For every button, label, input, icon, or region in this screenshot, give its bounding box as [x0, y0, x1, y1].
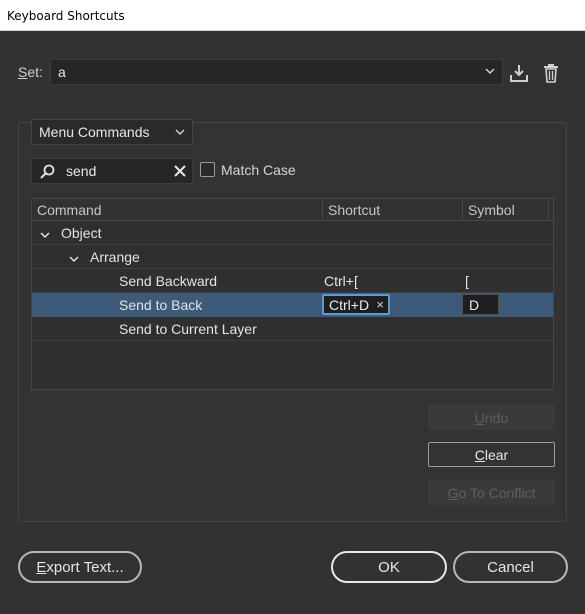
symbol-value[interactable]: [: [465, 273, 469, 289]
export-text-button[interactable]: Export Text...: [18, 551, 142, 583]
title-bar: Keyboard Shortcuts: [0, 0, 585, 31]
table-row[interactable]: Arrange: [32, 245, 553, 269]
trash-icon[interactable]: [540, 62, 562, 84]
clear-shortcut-icon[interactable]: ×: [376, 297, 384, 312]
undo-button[interactable]: Undo: [428, 405, 555, 430]
caret-down-icon[interactable]: [40, 227, 50, 239]
command-name: Arrange: [90, 249, 140, 265]
caret-down-icon[interactable]: [69, 251, 79, 263]
menu-type-dropdown[interactable]: Menu Commands: [31, 119, 193, 145]
table-row-selected[interactable]: Send to Back Ctrl+D × D: [32, 293, 553, 317]
command-name: Send to Current Layer: [119, 321, 257, 337]
window-title: Keyboard Shortcuts: [7, 9, 125, 23]
column-header-symbol[interactable]: Symbol: [468, 202, 515, 218]
clear-button[interactable]: Clear: [428, 442, 555, 467]
command-name: Send to Back: [119, 297, 203, 313]
set-label: Set:: [18, 64, 43, 80]
shortcut-edit-field[interactable]: Ctrl+D ×: [322, 294, 390, 315]
match-case-label: Match Case: [221, 162, 296, 178]
symbol-edit-value: D: [469, 297, 480, 313]
search-input[interactable]: [66, 162, 166, 180]
chevron-down-icon: [174, 124, 186, 143]
table-header: Command Shortcut Symbol: [32, 199, 553, 221]
shortcut-edit-value: Ctrl+D: [329, 297, 370, 313]
table-row[interactable]: Object: [32, 221, 553, 245]
column-divider[interactable]: [322, 201, 323, 219]
menu-type-value: Menu Commands: [39, 124, 150, 140]
search-field[interactable]: [31, 158, 193, 184]
column-divider[interactable]: [548, 201, 549, 219]
chevron-down-icon: [484, 63, 496, 82]
column-header-command[interactable]: Command: [37, 202, 102, 218]
cancel-button[interactable]: Cancel: [453, 551, 568, 583]
search-icon: [38, 163, 56, 184]
column-header-shortcut[interactable]: Shortcut: [328, 202, 380, 218]
clear-icon[interactable]: [173, 161, 187, 184]
shortcut-value[interactable]: Ctrl+[: [324, 273, 358, 289]
download-icon[interactable]: [508, 62, 530, 84]
command-name: Object: [61, 225, 102, 241]
set-value: a: [58, 64, 66, 80]
ok-button[interactable]: OK: [331, 551, 447, 583]
column-divider[interactable]: [462, 201, 463, 219]
symbol-edit-field[interactable]: D: [462, 294, 499, 315]
shortcuts-table: Command Shortcut Symbol Object Arrange S…: [31, 198, 554, 390]
go-to-conflict-button[interactable]: Go To Conflict: [428, 480, 555, 505]
command-name: Send Backward: [119, 273, 218, 289]
match-case-checkbox[interactable]: [200, 162, 215, 177]
table-row[interactable]: Send to Current Layer: [32, 317, 553, 341]
set-dropdown[interactable]: a: [50, 59, 503, 85]
table-row[interactable]: Send Backward Ctrl+[ [: [32, 269, 553, 293]
